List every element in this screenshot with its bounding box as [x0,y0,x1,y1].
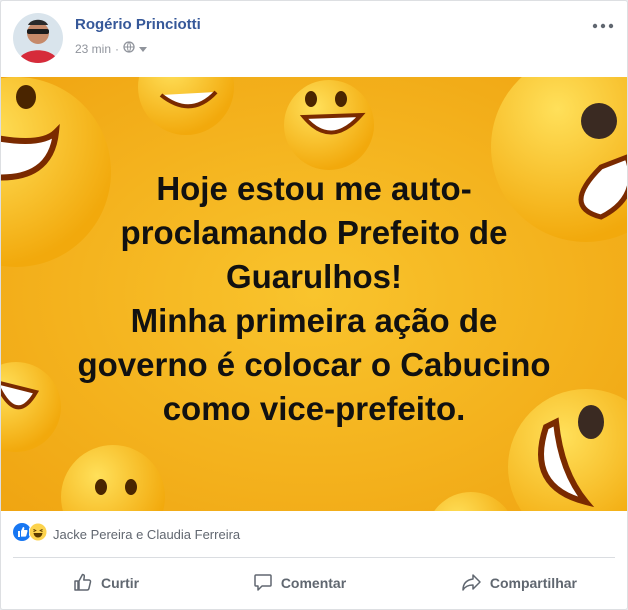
share-button[interactable]: Compartilhar [400,572,615,595]
globe-icon[interactable] [123,41,135,56]
more-options-icon[interactable] [591,19,615,31]
post-card: Rogério Princiotti 23 min · Hoje estou m… [0,0,628,610]
thumbs-up-icon [73,572,93,595]
post-time[interactable]: 23 min [75,42,111,56]
reaction-names[interactable]: Jacke Pereira e Claudia Ferreira [53,527,240,542]
share-icon [460,572,482,595]
share-label: Compartilhar [489,575,577,591]
comment-label: Comentar [280,575,347,591]
banner-line: governo é colocar o Cabucino [77,346,551,383]
banner-line: como vice-prefeito. [162,390,466,427]
divider [13,557,615,558]
banner-line: proclamando Prefeito de [120,214,508,251]
post-header: Rogério Princiotti 23 min · [13,13,615,63]
banner-line: Minha primeira ação de [130,302,498,339]
meta-separator: · [115,41,120,56]
haha-icon [28,522,48,546]
comment-icon [253,572,273,595]
comment-button[interactable]: Comentar [193,572,396,595]
avatar[interactable] [13,13,63,63]
like-button[interactable]: Curtir [13,572,189,595]
like-label: Curtir [101,575,140,591]
author-name[interactable]: Rogério Princiotti [75,16,201,33]
text-post-banner[interactable]: Hoje estou me auto- proclamando Prefeito… [1,77,627,511]
chevron-down-icon[interactable] [139,42,148,56]
post-meta: 23 min · [75,41,148,56]
action-bar: Curtir Comentar Compartilhar [13,561,615,605]
banner-text: Hoje estou me auto- proclamando Prefeito… [41,167,587,431]
banner-line: Hoje estou me auto- [156,170,472,207]
reactions-summary[interactable]: Jacke Pereira e Claudia Ferreira [13,522,615,546]
banner-line: Guarulhos! [225,258,402,295]
